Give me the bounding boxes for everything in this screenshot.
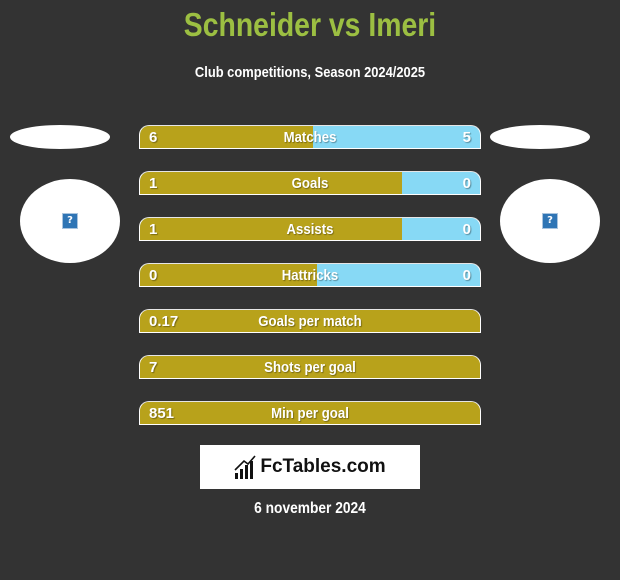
stat-row-min-per-goal: Min per goal 851	[139, 401, 481, 425]
left-value: 0	[149, 267, 158, 284]
fctables-logo[interactable]: FcTables.com	[200, 445, 420, 489]
stat-label: Goals	[291, 175, 329, 192]
missing-image-icon: ?	[62, 213, 78, 229]
left-player-name-placeholder	[10, 125, 110, 149]
right-value: 0	[462, 267, 471, 284]
stat-label: Shots per goal	[264, 359, 356, 376]
stat-row-matches: Matches 6 5	[139, 125, 481, 149]
page-subtitle: Club competitions, Season 2024/2025	[194, 64, 426, 81]
left-value: 1	[149, 175, 158, 192]
page-title: Schneider vs Imeri	[183, 6, 437, 43]
logo-text: FcTables.com	[260, 456, 386, 477]
stat-row-hattricks: Hattricks 0 0	[139, 263, 481, 287]
bar-chart-icon	[234, 455, 256, 479]
stat-label: Min per goal	[271, 405, 349, 422]
stat-label: Assists	[286, 221, 334, 238]
stat-row-goals: Goals 1 0	[139, 171, 481, 195]
right-value: 0	[462, 175, 471, 192]
stat-label: Matches	[283, 129, 337, 146]
left-value: 7	[149, 359, 158, 376]
missing-image-icon: ?	[542, 213, 558, 229]
right-value: 5	[462, 129, 471, 146]
stat-row-assists: Assists 1 0	[139, 217, 481, 241]
right-value: 0	[462, 221, 471, 238]
right-player-avatar[interactable]: ?	[500, 179, 600, 263]
stat-row-shots-per-goal: Shots per goal 7	[139, 355, 481, 379]
left-value: 6	[149, 129, 158, 146]
left-value: 0.17	[149, 313, 179, 330]
left-player-avatar[interactable]: ?	[20, 179, 120, 263]
stat-row-goals-per-match: Goals per match 0.17	[139, 309, 481, 333]
left-value: 851	[149, 405, 175, 422]
date-label: 6 november 2024	[254, 500, 366, 517]
left-value: 1	[149, 221, 158, 238]
stat-label: Goals per match	[258, 313, 362, 330]
stat-label: Hattricks	[281, 267, 339, 284]
right-player-name-placeholder	[490, 125, 590, 149]
